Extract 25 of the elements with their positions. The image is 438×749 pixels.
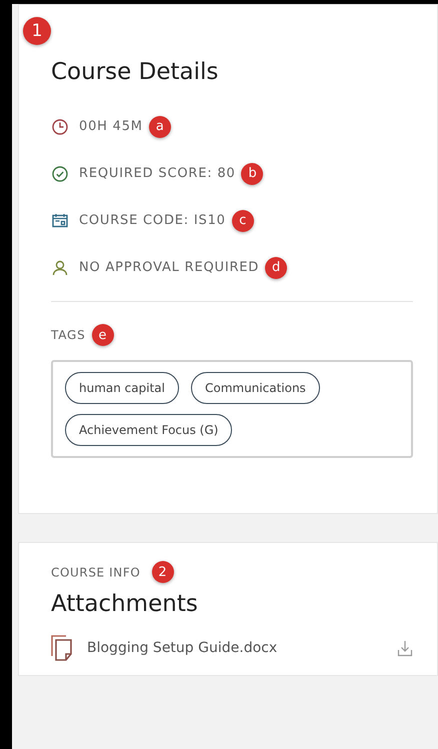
detail-text: 00H 45M: [79, 119, 143, 134]
file-name[interactable]: Blogging Setup Guide.docx: [87, 640, 397, 656]
download-icon[interactable]: [397, 639, 413, 657]
section-title: Course Details: [51, 59, 220, 85]
marker-badge: d: [265, 256, 288, 278]
marker-badge: a: [148, 116, 171, 138]
section-label: COURSE INFO: [51, 565, 140, 580]
marker-badge: 1: [23, 17, 51, 45]
marker-badge: 2: [152, 561, 174, 583]
check-icon: [51, 164, 69, 182]
detail-text: NO APPROVAL REQUIRED: [79, 260, 260, 275]
marker-badge: b: [241, 162, 264, 184]
tag-chip[interactable]: Communications: [190, 372, 320, 404]
marker-badge: e: [92, 324, 114, 346]
marker-badge: c: [232, 210, 254, 232]
detail-text: COURSE CODE: IS10: [79, 213, 226, 228]
tag-chip[interactable]: Achievement Focus (G): [65, 414, 232, 446]
clock-icon: [51, 118, 69, 136]
document-icon: [51, 635, 73, 661]
calendar-icon: [51, 212, 69, 230]
section-title: Attachments: [51, 591, 199, 617]
person-icon: [51, 258, 69, 276]
tags-label: TAGS: [51, 328, 86, 342]
detail-text: REQUIRED SCORE: 80: [79, 166, 236, 181]
tag-chip[interactable]: human capital: [65, 372, 179, 404]
